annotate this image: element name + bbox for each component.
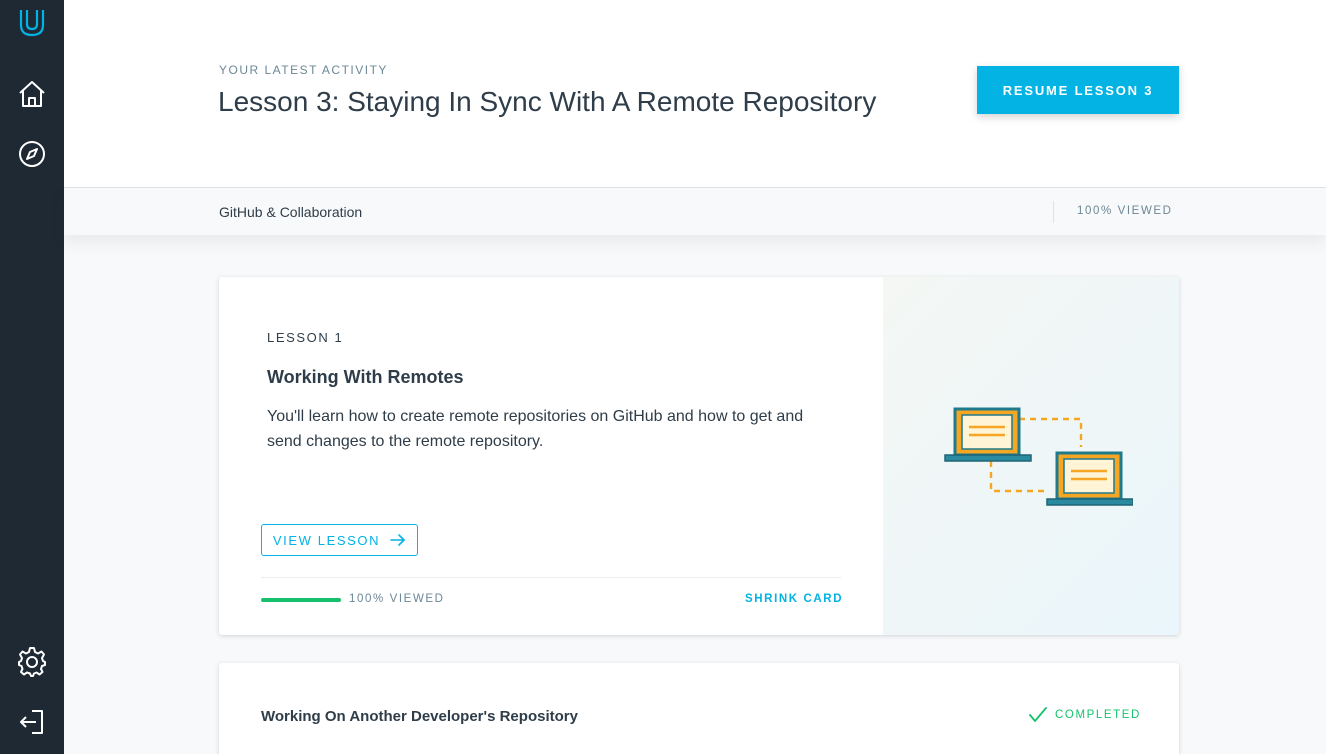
sidebar <box>0 0 64 754</box>
latest-activity-eyebrow: YOUR LATEST ACTIVITY <box>219 63 388 77</box>
course-name: GitHub & Collaboration <box>219 204 363 220</box>
lesson-illustration-panel <box>883 277 1179 635</box>
lesson-description: You'll learn how to create remote reposi… <box>267 408 804 450</box>
lesson-card: LESSON 1 Working With Remotes You'll lea… <box>219 277 1179 635</box>
gear-icon[interactable] <box>14 644 50 680</box>
latest-activity-header: YOUR LATEST ACTIVITY Lesson 3: Staying I… <box>64 0 1326 187</box>
lesson-number: LESSON 1 <box>267 330 344 345</box>
lesson-progress-fill <box>261 598 341 602</box>
lesson-progress-text: 100% VIEWED <box>349 593 445 605</box>
course-progress-text: 100% VIEWED <box>1077 205 1173 217</box>
lesson-title[interactable]: Working On Another Developer's Repositor… <box>261 708 578 725</box>
view-lesson-button[interactable]: VIEW LESSON <box>261 524 418 556</box>
course-bar: GitHub & Collaboration 100% VIEWED <box>64 187 1326 235</box>
resume-lesson-button[interactable]: RESUME LESSON 3 <box>977 66 1179 114</box>
divider <box>261 577 841 578</box>
view-lesson-label: VIEW LESSON <box>272 532 381 548</box>
home-icon[interactable] <box>14 76 50 112</box>
completed-label: COMPLETED <box>1055 709 1141 721</box>
lesson-title: Working With Remotes <box>267 367 464 387</box>
lesson-card-collapsed[interactable]: Working On Another Developer's Repositor… <box>219 663 1179 754</box>
logout-icon[interactable] <box>14 704 50 740</box>
lesson-progress-bar <box>261 598 341 602</box>
compass-icon[interactable] <box>14 136 50 172</box>
divider <box>1053 201 1054 223</box>
arrow-right-icon <box>390 534 405 546</box>
shrink-card-link[interactable]: SHRINK CARD <box>745 593 843 605</box>
checkmark-icon <box>1029 707 1047 722</box>
laptops-sync-illustration <box>944 407 1133 506</box>
completed-badge: COMPLETED <box>1029 707 1141 723</box>
page-title: Lesson 3: Staying In Sync With A Remote … <box>218 86 877 117</box>
udacity-logo-icon[interactable] <box>14 4 50 40</box>
